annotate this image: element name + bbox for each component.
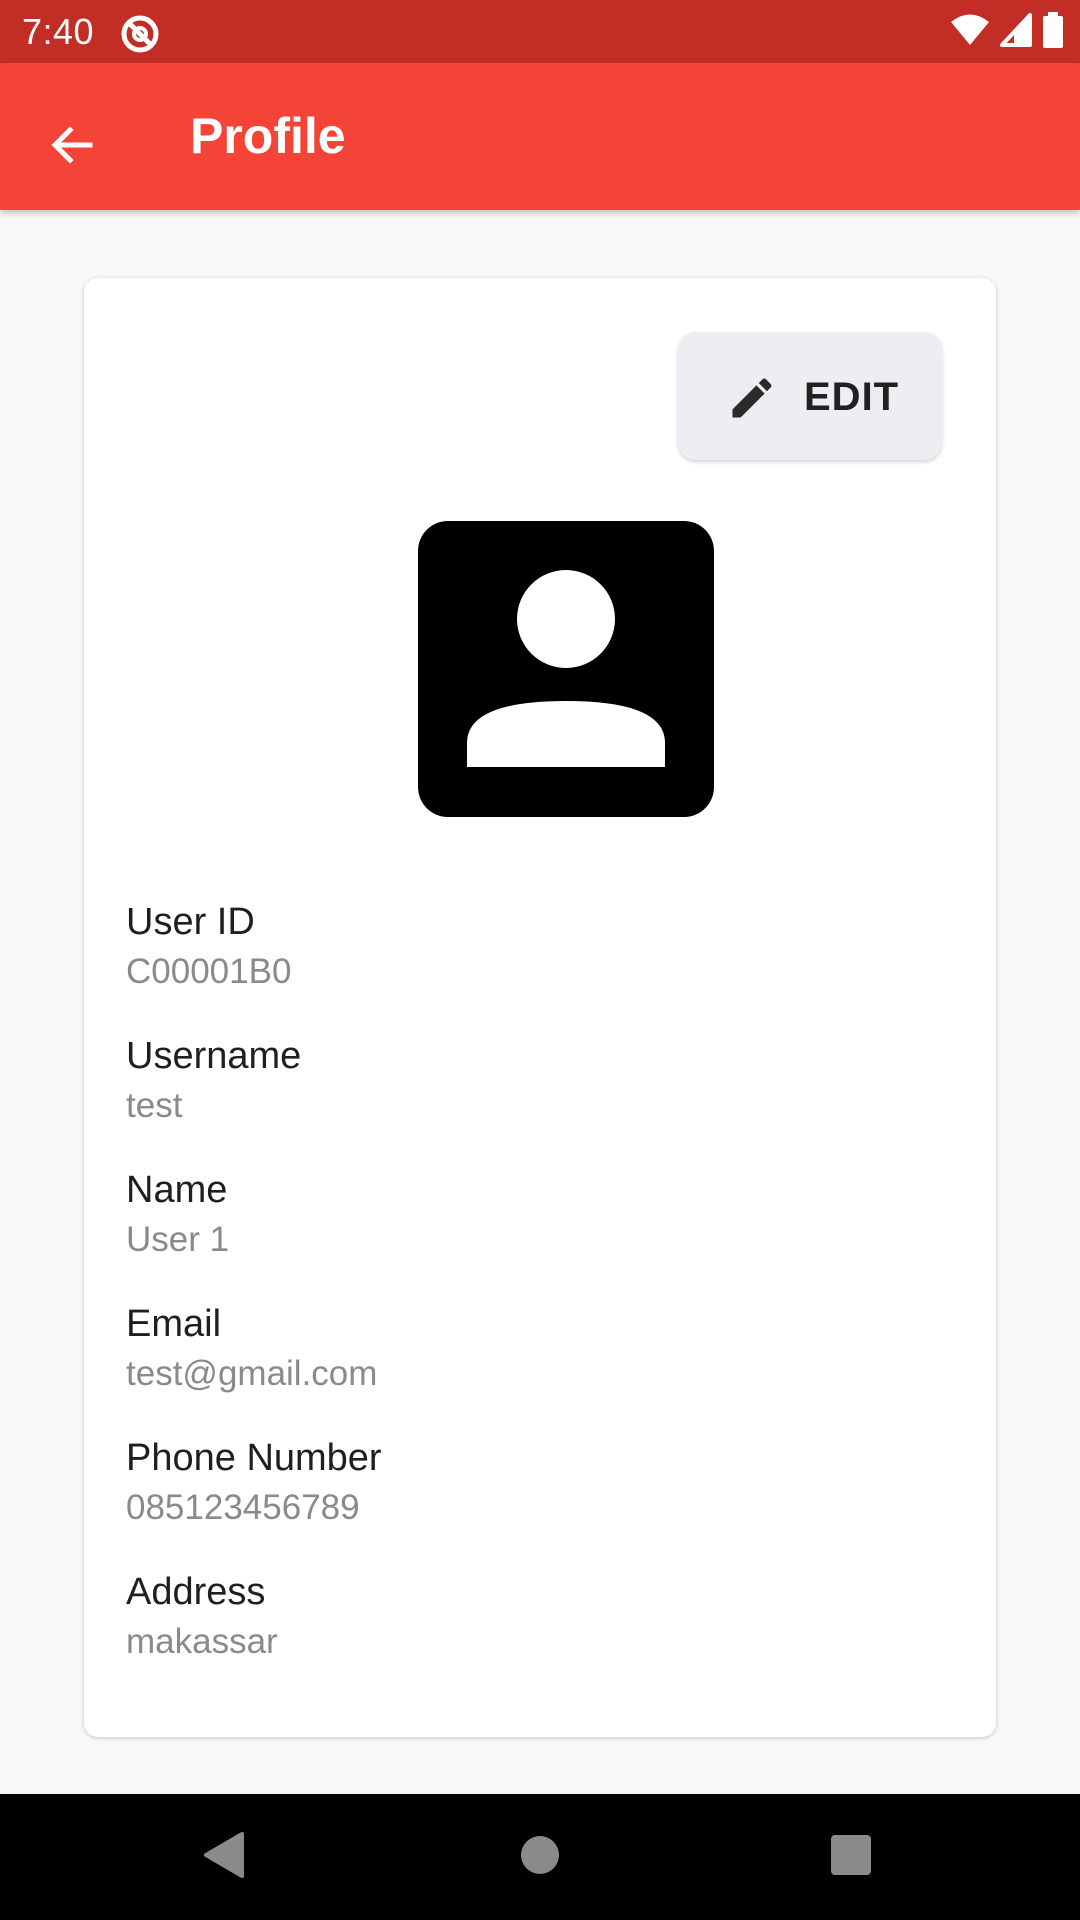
field-label: Email <box>126 1303 222 1345</box>
field-value: makassar <box>126 1622 278 1661</box>
field-label: Name <box>126 1169 228 1211</box>
system-nav-bar <box>0 1794 1080 1920</box>
back-button[interactable] <box>30 105 114 189</box>
cell-signal-icon <box>1000 12 1032 52</box>
square-recents-icon <box>830 1834 872 1881</box>
app-bar: Profile <box>0 63 1080 210</box>
status-bar: 7:40 <box>0 0 1080 63</box>
field-username: Username test <box>126 1030 956 1164</box>
edit-button[interactable]: EDIT <box>678 332 942 460</box>
account-box-icon <box>418 521 714 817</box>
field-value: test@gmail.com <box>126 1354 378 1393</box>
field-label: User ID <box>126 901 255 943</box>
profile-fields: User ID C00001B0 Username test Name User… <box>126 896 956 1700</box>
field-name: Name User 1 <box>126 1164 956 1298</box>
nav-back-button[interactable] <box>191 1824 257 1890</box>
page-title: Profile <box>190 108 346 164</box>
field-email: Email test@gmail.com <box>126 1298 956 1432</box>
edit-button-label: EDIT <box>804 375 900 419</box>
do-not-disturb-icon <box>120 14 160 54</box>
field-value: User 1 <box>126 1220 230 1259</box>
triangle-back-icon <box>202 1831 246 1884</box>
field-value: test <box>126 1086 183 1125</box>
field-phone-number: Phone Number 085123456789 <box>126 1432 956 1566</box>
field-user-id: User ID C00001B0 <box>126 896 956 1030</box>
field-label: Address <box>126 1571 266 1613</box>
nav-recents-button[interactable] <box>818 1824 884 1890</box>
field-address: Address makassar <box>126 1566 956 1700</box>
field-label: Username <box>126 1035 302 1077</box>
pencil-icon <box>726 372 778 424</box>
arrow-back-icon <box>48 121 96 174</box>
status-icons <box>950 11 1064 53</box>
field-value: 085123456789 <box>126 1488 360 1527</box>
wifi-icon <box>950 13 990 52</box>
battery-icon <box>1042 11 1064 53</box>
circle-home-icon <box>519 1834 561 1881</box>
profile-card: EDIT User ID C00001B0 Username test Name… <box>84 278 996 1737</box>
status-time: 7:40 <box>22 11 95 52</box>
field-value: C00001B0 <box>126 952 292 991</box>
field-label: Phone Number <box>126 1437 382 1479</box>
nav-home-button[interactable] <box>507 1824 573 1890</box>
